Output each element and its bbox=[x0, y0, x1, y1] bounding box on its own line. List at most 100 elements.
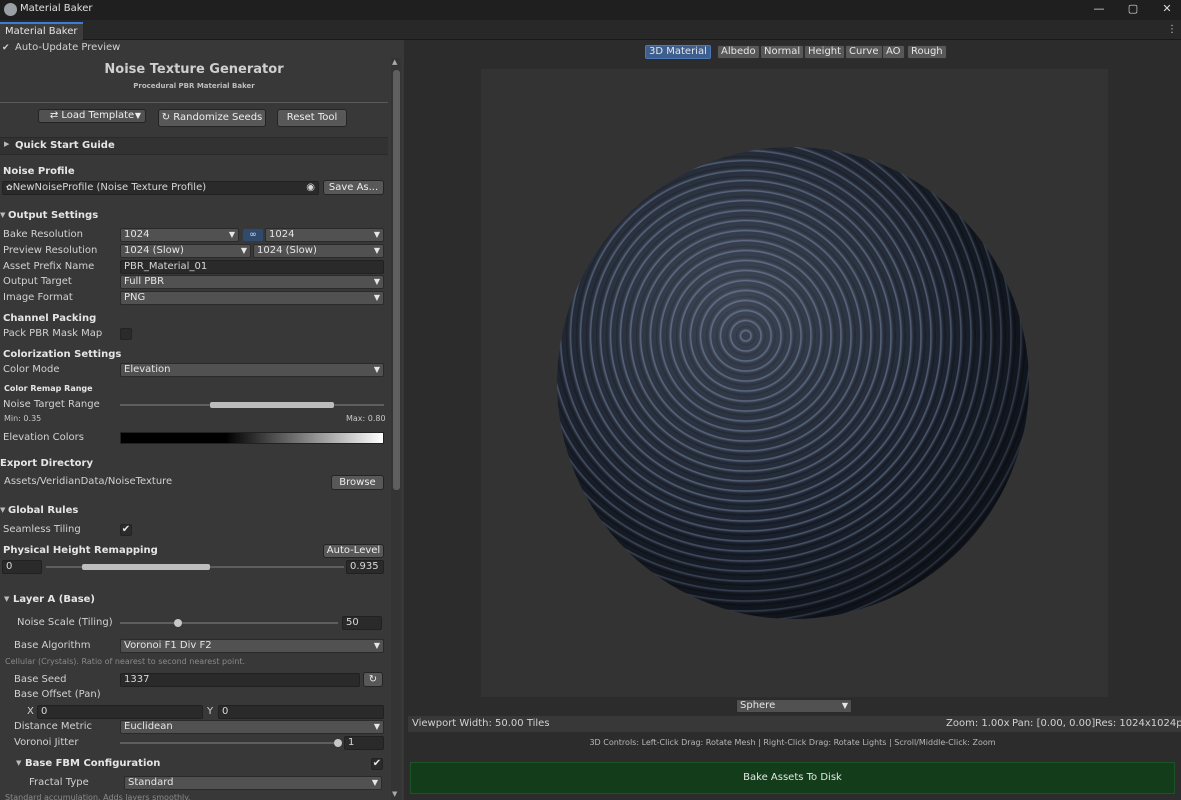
viewport-width-label: Viewport Width: 50.00 Tiles bbox=[412, 718, 550, 729]
preview-panel: 3D Material Albedo Normal Height Curve A… bbox=[404, 40, 1181, 800]
page-subtitle: Procedural PBR Material Baker bbox=[133, 82, 255, 90]
global-rules-header[interactable]: Global Rules bbox=[8, 503, 78, 519]
bake-resolution-label: Bake Resolution bbox=[3, 229, 84, 240]
noise-scale-input[interactable]: 50 bbox=[342, 616, 382, 630]
zoom-label: Zoom: 1.00x bbox=[946, 718, 1010, 729]
base-algorithm-dropdown[interactable]: Voronoi F1 Div F2 ▼ bbox=[120, 639, 384, 653]
export-directory-header: Export Directory bbox=[0, 458, 93, 469]
preview-resolution-dropdown-b[interactable]: 1024 (Slow) ▼ bbox=[253, 244, 384, 258]
auto-update-check-icon[interactable]: ✔ bbox=[2, 40, 10, 56]
base-fbm-checkbox[interactable]: ✔ bbox=[371, 758, 383, 770]
tab-normal[interactable]: Normal bbox=[760, 45, 805, 59]
object-picker-icon[interactable]: ◉ bbox=[306, 182, 315, 194]
distance-metric-label: Distance Metric bbox=[14, 721, 92, 732]
reset-tool-button[interactable]: Reset Tool bbox=[277, 109, 347, 127]
tab-ao[interactable]: AO bbox=[882, 45, 905, 59]
link-icon[interactable]: ∞ bbox=[243, 229, 263, 241]
bake-assets-button[interactable]: Bake Assets To Disk bbox=[410, 762, 1175, 794]
offset-x-label: X bbox=[27, 706, 34, 717]
elevation-gradient-field[interactable] bbox=[120, 432, 384, 444]
tab-3d-material[interactable]: 3D Material bbox=[645, 45, 711, 59]
noise-scale-knob[interactable] bbox=[174, 619, 182, 627]
chevron-down-icon: ▼ bbox=[16, 759, 22, 767]
close-button[interactable]: ✕ bbox=[1150, 0, 1181, 20]
noise-profile-header: Noise Profile bbox=[3, 166, 75, 177]
seamless-tiling-label: Seamless Tiling bbox=[3, 524, 81, 535]
reseed-refresh-icon[interactable]: ↻ bbox=[363, 672, 383, 687]
resolution-label: Res: 1024x1024px bbox=[1095, 718, 1181, 729]
app-icon bbox=[4, 3, 17, 16]
tab-rough[interactable]: Rough bbox=[907, 45, 947, 59]
load-template-dropdown[interactable]: ⇄ Load Template ▼ bbox=[38, 109, 146, 123]
asset-icon: ✿ bbox=[6, 183, 13, 192]
browse-button[interactable]: Browse bbox=[331, 475, 384, 490]
noise-target-range-label: Noise Target Range bbox=[3, 399, 100, 410]
controls-hint: 3D Controls: Left-Click Drag: Rotate Mes… bbox=[589, 738, 996, 747]
chevron-right-icon: ▶ bbox=[4, 140, 10, 148]
image-format-dropdown[interactable]: PNG ▼ bbox=[120, 291, 384, 305]
scroll-down-icon[interactable]: ▼ bbox=[392, 790, 397, 798]
distance-metric-dropdown[interactable]: Euclidean ▼ bbox=[120, 720, 384, 734]
viewport-status-bar: Viewport Width: 50.00 Tiles Zoom: 1.00x … bbox=[408, 716, 1181, 732]
randomize-seeds-button[interactable]: ↻ Randomize Seeds bbox=[158, 109, 266, 127]
voronoi-jitter-input[interactable]: 1 bbox=[344, 736, 384, 750]
height-range-handle[interactable] bbox=[82, 564, 210, 570]
noise-scale-label: Noise Scale (Tiling) bbox=[17, 617, 113, 628]
height-max-input[interactable]: 0.935 bbox=[346, 560, 384, 574]
range-max-label: Max: 0.80 bbox=[346, 414, 386, 423]
scroll-up-icon[interactable]: ▲ bbox=[392, 58, 397, 66]
preview-resolution-dropdown-a[interactable]: 1024 (Slow) ▼ bbox=[120, 244, 251, 258]
inspector-scrollbar[interactable]: ▲ ▼ bbox=[391, 58, 401, 800]
elevation-colors-label: Elevation Colors bbox=[3, 432, 84, 443]
base-seed-input[interactable]: 1337 bbox=[120, 673, 360, 687]
voronoi-jitter-knob[interactable] bbox=[334, 739, 342, 747]
bake-resolution-dropdown-b[interactable]: 1024 ▼ bbox=[265, 228, 384, 242]
title-bar: Material Baker — ▢ ✕ bbox=[0, 0, 1181, 20]
chevron-down-icon: ▼ bbox=[0, 506, 6, 514]
asset-prefix-label: Asset Prefix Name bbox=[3, 261, 95, 272]
material-sphere-preview[interactable] bbox=[557, 147, 1029, 619]
maximize-button[interactable]: ▢ bbox=[1116, 0, 1150, 20]
scrollbar-thumb[interactable] bbox=[393, 70, 400, 490]
base-fbm-header[interactable]: Base FBM Configuration bbox=[25, 756, 160, 772]
color-remap-header: Color Remap Range bbox=[4, 384, 93, 393]
tab-material-baker[interactable]: Material Baker bbox=[0, 22, 83, 40]
output-settings-header[interactable]: Output Settings bbox=[8, 208, 98, 224]
auto-level-button[interactable]: Auto-Level bbox=[323, 544, 384, 558]
refresh-icon: ↻ bbox=[161, 112, 174, 123]
output-target-label: Output Target bbox=[3, 276, 72, 287]
tab-menu-icon[interactable]: ⋮ bbox=[1167, 24, 1177, 35]
title-divider bbox=[0, 102, 388, 103]
minimize-button[interactable]: — bbox=[1082, 0, 1116, 20]
output-target-dropdown[interactable]: Full PBR ▼ bbox=[120, 275, 384, 289]
noise-scale-track[interactable] bbox=[120, 622, 338, 624]
voronoi-jitter-label: Voronoi Jitter bbox=[14, 737, 79, 748]
asset-prefix-input[interactable]: PBR_Material_01 bbox=[120, 260, 384, 274]
save-as-button[interactable]: Save As... bbox=[323, 180, 384, 195]
offset-x-input[interactable]: 0 bbox=[37, 705, 203, 719]
offset-y-label: Y bbox=[207, 706, 214, 717]
window-title: Material Baker bbox=[20, 3, 93, 14]
color-mode-dropdown[interactable]: Elevation ▼ bbox=[120, 363, 384, 377]
template-icon: ⇄ bbox=[49, 110, 62, 121]
mesh-dropdown[interactable]: Sphere ▼ bbox=[736, 699, 852, 713]
pack-mask-map-label: Pack PBR Mask Map bbox=[3, 328, 103, 339]
offset-y-input[interactable]: 0 bbox=[218, 705, 384, 719]
pan-label: Pan: [0.00, 0.00] bbox=[1012, 718, 1096, 729]
height-min-input[interactable]: 0 bbox=[2, 560, 42, 574]
seamless-tiling-checkbox[interactable]: ✔ bbox=[120, 524, 132, 536]
noise-profile-field[interactable]: ✿NewNoiseProfile (Noise Texture Profile)… bbox=[2, 181, 319, 195]
channel-packing-header: Channel Packing bbox=[3, 313, 97, 324]
fractal-type-dropdown[interactable]: Standard ▼ bbox=[124, 776, 382, 790]
layer-a-header[interactable]: Layer A (Base) bbox=[13, 592, 95, 608]
bake-resolution-dropdown-a[interactable]: 1024 ▼ bbox=[120, 228, 239, 242]
tab-height[interactable]: Height bbox=[804, 45, 846, 59]
target-range-handle[interactable] bbox=[210, 402, 334, 408]
quick-start-foldout[interactable]: ▶ Quick Start Guide bbox=[0, 137, 388, 155]
preview-resolution-label: Preview Resolution bbox=[3, 245, 98, 256]
voronoi-jitter-track[interactable] bbox=[120, 742, 340, 744]
tab-albedo[interactable]: Albedo bbox=[717, 45, 760, 59]
pack-mask-map-checkbox[interactable] bbox=[120, 328, 132, 340]
3d-viewport[interactable] bbox=[481, 69, 1108, 697]
tab-curve[interactable]: Curve bbox=[845, 45, 883, 59]
